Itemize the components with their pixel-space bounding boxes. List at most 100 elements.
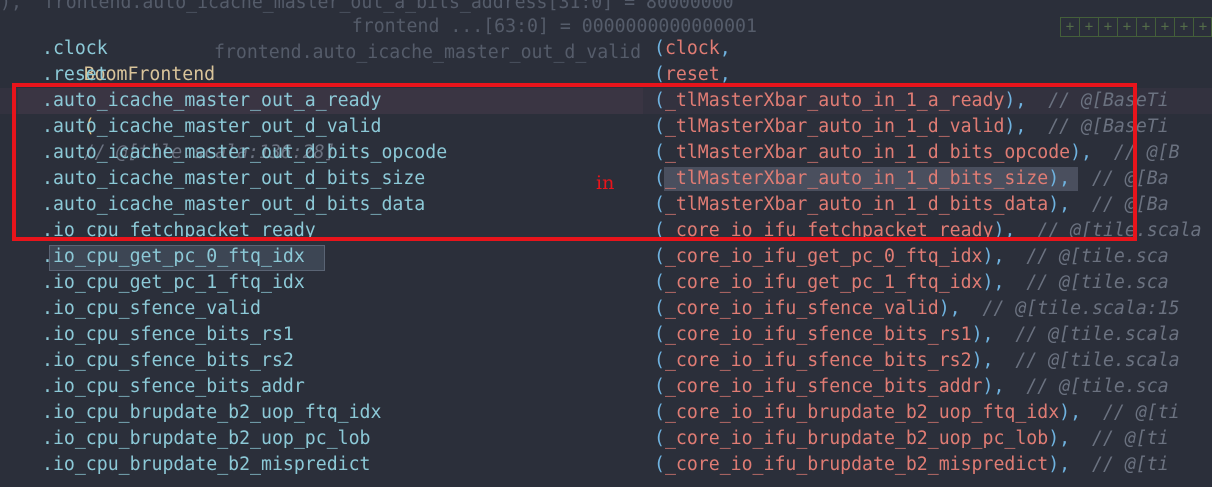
signal-name[interactable]: _core_io_ifu_brupdate_b2_uop_pc_lob: [665, 428, 1048, 449]
close-paren: ,: [719, 64, 731, 85]
port-row[interactable]: .io_cpu_sfence_bits_addr (_core_io_ifu_sf…: [0, 374, 1212, 400]
connected-signal[interactable]: (_core_io_ifu_sfence_valid), // @[tile.s…: [654, 296, 1180, 322]
close-paren: ),: [971, 350, 994, 371]
signal-name[interactable]: _tlMasterXbar_auto_in_1_d_bits_data: [665, 194, 1048, 215]
open-paren: (: [654, 298, 665, 319]
close-paren: ),: [982, 376, 1005, 397]
signal-name[interactable]: _tlMasterXbar_auto_in_1_a_ready: [665, 90, 1004, 111]
port-row[interactable]: .io_cpu_sfence_bits_rs2 (_core_io_ifu_sfe…: [0, 348, 1212, 374]
connected-signal[interactable]: (_tlMasterXbar_auto_in_1_d_bits_size), /…: [654, 166, 1169, 192]
source-comment: // @[BaseTi: [1048, 90, 1169, 111]
signal-name[interactable]: _core_io_ifu_sfence_bits_addr: [665, 376, 983, 397]
port-name[interactable]: .io_cpu_sfence_bits_rs1: [42, 322, 294, 348]
port-name[interactable]: .io_cpu_sfence_valid: [42, 296, 261, 322]
port-name[interactable]: .io_cpu_sfence_bits_addr: [42, 374, 305, 400]
signal-name[interactable]: clock: [665, 38, 720, 59]
connected-signal[interactable]: (_core_io_ifu_brupdate_b2_uop_ftq_idx), …: [654, 400, 1180, 426]
port-row[interactable]: .io_cpu_get_pc_0_ftq_idx (_core_io_ifu_ge…: [0, 244, 1212, 271]
module-instance-line[interactable]: BoomFrontend frontend ( // @[tile.scala:…: [0, 10, 1212, 163]
connected-signal[interactable]: (reset,: [654, 62, 753, 88]
port-row[interactable]: .io_cpu_get_pc_1_ftq_idx (_core_io_ifu_ge…: [0, 270, 1212, 296]
close-paren: ),: [1004, 116, 1027, 137]
connected-signal[interactable]: (_core_io_ifu_sfence_bits_rs2), // @[til…: [654, 348, 1180, 374]
port-name[interactable]: .auto_icache_master_out_d_bits_size: [42, 166, 425, 192]
source-comment: // @[ti: [1092, 428, 1169, 449]
port-name[interactable]: .auto_icache_master_out_d_bits_opcode: [42, 140, 447, 166]
signal-name[interactable]: _core_io_ifu_get_pc_1_ftq_idx: [665, 272, 983, 293]
port-name[interactable]: .io_cpu_get_pc_0_ftq_idx: [42, 244, 305, 270]
connected-signal[interactable]: (_tlMasterXbar_auto_in_1_d_valid), // @[…: [654, 114, 1169, 140]
port-row[interactable]: .clock (clock,: [0, 36, 1212, 62]
port-name[interactable]: .io_cpu_fetchpacket_ready: [42, 218, 316, 244]
signal-name[interactable]: _core_io_ifu_brupdate_b2_mispredict: [665, 454, 1048, 475]
close-paren: ),: [1048, 428, 1071, 449]
port-row[interactable]: .io_cpu_fetchpacket_ready (_core_io_ifu_f…: [0, 218, 1212, 244]
port-name[interactable]: .auto_icache_master_out_d_valid: [42, 114, 381, 140]
port-row[interactable]: .auto_icache_master_out_d_bits_data (_tlM…: [0, 192, 1212, 218]
connected-signal[interactable]: (_core_io_ifu_fetchpacket_ready), // @[t…: [654, 218, 1202, 244]
connected-signal[interactable]: (_tlMasterXbar_auto_in_1_d_bits_opcode),…: [654, 140, 1180, 166]
open-paren: (: [654, 116, 665, 137]
signal-name[interactable]: _core_io_ifu_brupdate_b2_uop_ftq_idx: [665, 402, 1059, 423]
connected-signal[interactable]: (_tlMasterXbar_auto_in_1_a_ready), // @[…: [654, 88, 1169, 114]
port-row[interactable]: .io_cpu_sfence_valid (_core_io_ifu_sfence…: [0, 296, 1212, 322]
source-comment: // @[ti: [1092, 454, 1169, 475]
connected-signal[interactable]: (clock,: [654, 36, 753, 62]
source-comment: // @[ti: [1102, 402, 1180, 423]
connected-signal[interactable]: (_core_io_ifu_get_pc_1_ftq_idx), // @[ti…: [654, 270, 1169, 296]
port-name[interactable]: .io_cpu_brupdate_b2_uop_pc_lob: [42, 426, 371, 452]
port-name[interactable]: .auto_icache_master_out_a_ready: [42, 88, 381, 114]
close-paren: ,: [719, 38, 731, 59]
connected-signal[interactable]: (_core_io_ifu_brupdate_b2_mispredict), /…: [654, 452, 1169, 478]
port-name[interactable]: .clock: [42, 36, 108, 62]
code-editor[interactable]: ), frontend.auto_icache_master_out_a_bit…: [0, 0, 1212, 487]
source-comment: // @[Ba: [1092, 194, 1169, 215]
close-paren: ),: [982, 246, 1005, 267]
port-name[interactable]: .io_cpu_sfence_bits_rs2: [42, 348, 294, 374]
connected-signal[interactable]: (_core_io_ifu_sfence_bits_rs1), // @[til…: [654, 322, 1180, 348]
signal-name[interactable]: reset: [665, 64, 720, 85]
close-paren: ),: [1048, 454, 1071, 475]
signal-name[interactable]: _core_io_ifu_fetchpacket_ready: [665, 220, 994, 241]
signal-name[interactable]: _core_io_ifu_get_pc_0_ftq_idx: [665, 246, 983, 267]
close-paren: ),: [1004, 90, 1027, 111]
port-row[interactable]: .auto_icache_master_out_a_ready (_tlMaste…: [0, 88, 1212, 114]
connected-signal[interactable]: (_tlMasterXbar_auto_in_1_d_bits_data), /…: [654, 192, 1169, 218]
port-row[interactable]: .reset (reset,: [0, 62, 1212, 88]
port-name[interactable]: .io_cpu_get_pc_1_ftq_idx: [42, 270, 305, 296]
port-row[interactable]: .io_cpu_sfence_bits_rs1 (_core_io_ifu_sfe…: [0, 322, 1212, 348]
connected-signal[interactable]: (_core_io_ifu_brupdate_b2_uop_pc_lob), /…: [654, 426, 1169, 452]
port-name[interactable]: .auto_icache_master_out_d_bits_data: [42, 192, 425, 218]
port-row[interactable]: .auto_icache_master_out_d_valid (_tlMaste…: [0, 114, 1212, 140]
open-paren: (: [654, 90, 665, 111]
connected-signal[interactable]: (_core_io_ifu_sfence_bits_addr), // @[ti…: [654, 374, 1169, 400]
port-row[interactable]: .auto_icache_master_out_d_bits_opcode (_t…: [0, 140, 1212, 166]
open-paren: (: [654, 246, 665, 267]
open-paren: (: [654, 220, 665, 241]
port-row[interactable]: .io_cpu_brupdate_b2_uop_ftq_idx (_core_io…: [0, 400, 1212, 426]
port-row[interactable]: .io_cpu_brupdate_b2_mispredict (_core_io_…: [0, 452, 1212, 478]
source-comment: // @[Ba: [1092, 168, 1169, 189]
open-paren: (: [654, 350, 665, 371]
open-paren: (: [654, 38, 665, 59]
signal-name[interactable]: _tlMasterXbar_auto_in_1_d_valid: [665, 116, 1004, 137]
connected-signal[interactable]: (_core_io_ifu_get_pc_0_ftq_idx), // @[ti…: [654, 244, 1169, 270]
port-name[interactable]: .io_cpu_brupdate_b2_mispredict: [42, 452, 371, 478]
signal-name[interactable]: _core_io_ifu_sfence_bits_rs1: [665, 324, 972, 345]
signal-name[interactable]: _tlMasterXbar_auto_in_1_d_bits_opcode: [665, 142, 1070, 163]
signal-name[interactable]: _core_io_ifu_sfence_valid: [665, 298, 939, 319]
port-name[interactable]: .io_cpu_brupdate_b2_uop_ftq_idx: [42, 400, 381, 426]
signal-name[interactable]: _tlMasterXbar_auto_in_1_d_bits_size: [665, 168, 1048, 189]
port-row[interactable]: .io_cpu_brupdate_b2_uop_pc_lob (_core_io_…: [0, 426, 1212, 452]
port-name[interactable]: .reset: [42, 62, 108, 88]
signal-name[interactable]: _core_io_ifu_sfence_bits_rs2: [665, 350, 972, 371]
